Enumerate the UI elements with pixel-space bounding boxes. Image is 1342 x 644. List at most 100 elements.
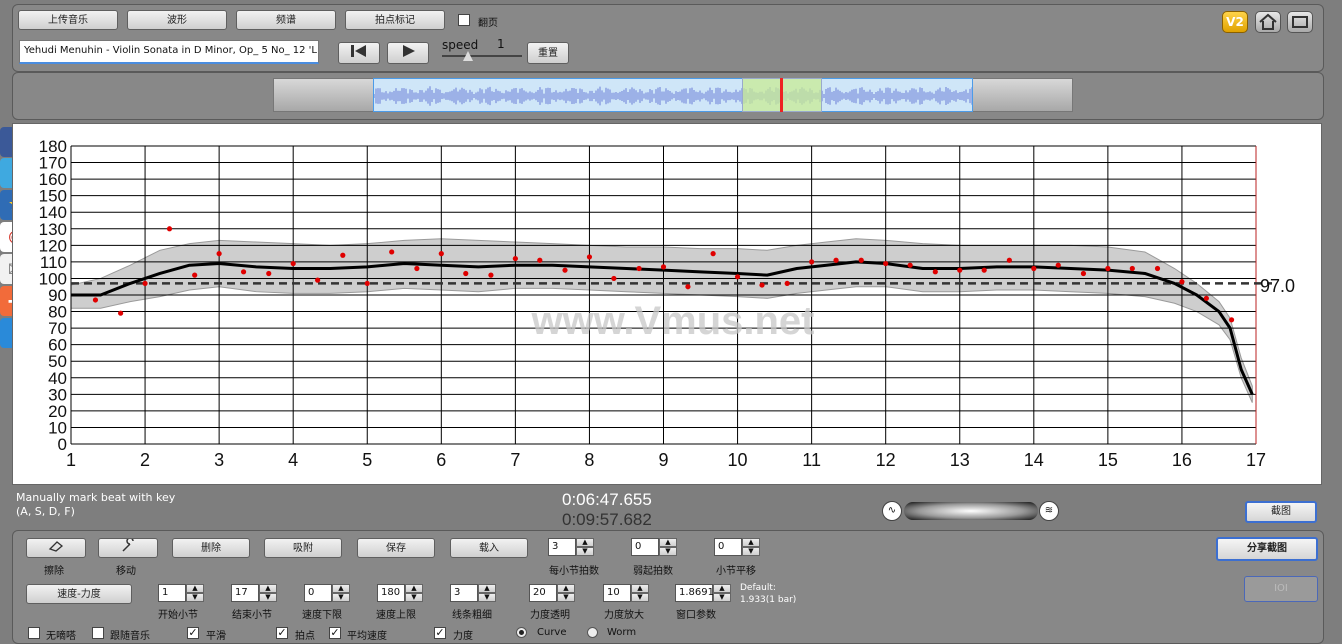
y-tick-label: 110 (40, 253, 67, 272)
move-button[interactable] (98, 537, 158, 558)
beat-point (1154, 265, 1161, 272)
stepper-up-icon[interactable]: ▲ (713, 584, 731, 593)
beat-point (463, 270, 469, 277)
speed-slider-thumb[interactable] (463, 51, 473, 61)
tempo-chart: 0102030405060708090100110120130140150160… (39, 137, 1295, 470)
share-screenshot-button[interactable]: 分享截图 (1216, 537, 1318, 561)
beat-mark-button[interactable]: 拍点标记 (345, 10, 445, 30)
v2-badge[interactable]: V2 (1222, 11, 1248, 33)
beat-point (636, 265, 642, 272)
worm-radio[interactable] (587, 627, 598, 638)
load-button[interactable]: 载入 (450, 538, 528, 558)
beat-point (240, 269, 247, 275)
stepper-down-icon[interactable]: ▼ (713, 593, 731, 602)
spectrum-button[interactable]: 频谱 (236, 10, 336, 30)
window-param-stepper[interactable]: 1.8691 ▲ ▼ (675, 584, 735, 602)
y-tick-label: 130 (39, 220, 67, 239)
save-button[interactable]: 保存 (357, 538, 435, 558)
pickup-value[interactable]: 0 (631, 538, 659, 556)
ioi-button[interactable]: IOI (1244, 576, 1318, 602)
dyn-zoom-stepper[interactable]: 10 ▲ ▼ (603, 584, 651, 602)
speed-slider[interactable] (442, 55, 522, 57)
stepper-down-icon[interactable]: ▼ (742, 547, 760, 556)
stepper-down-icon[interactable]: ▼ (332, 593, 350, 602)
dyn-transparency-stepper[interactable]: 20 ▲ ▼ (529, 584, 577, 602)
smooth-checkbox[interactable]: ✓ (187, 627, 199, 639)
tempo-low-stepper[interactable]: 0 ▲ ▼ (304, 584, 352, 602)
tempo-dynamics-button[interactable]: 速度-力度 (26, 584, 132, 604)
dyn-zoom-value[interactable]: 10 (603, 584, 631, 602)
stepper-up-icon[interactable]: ▲ (742, 538, 760, 547)
stepper-up-icon[interactable]: ▲ (332, 584, 350, 593)
reset-button[interactable]: 重置 (527, 42, 569, 64)
screenshot-button[interactable]: 截图 (1245, 501, 1317, 523)
volume-track[interactable] (904, 502, 1038, 520)
beat-point-checkbox[interactable]: ✓ (276, 627, 288, 639)
default-line-1: Default: (740, 583, 776, 593)
stepper-up-icon[interactable]: ▲ (186, 584, 204, 593)
beat-point (364, 280, 370, 287)
start-bar-stepper[interactable]: 1 ▲ ▼ (158, 584, 206, 602)
volume-slider[interactable]: ∿ ≋ (882, 499, 1060, 523)
playhead-marker[interactable] (780, 78, 783, 112)
prev-button[interactable] (338, 42, 380, 64)
stepper-down-icon[interactable]: ▼ (659, 547, 677, 556)
upload-music-button[interactable]: 上传音乐 (18, 10, 118, 30)
end-bar-value[interactable]: 17 (231, 584, 259, 602)
stepper-down-icon[interactable]: ▼ (186, 593, 204, 602)
stepper-down-icon[interactable]: ▼ (259, 593, 277, 602)
stepper-up-icon[interactable]: ▲ (259, 584, 277, 593)
play-button[interactable] (387, 42, 429, 64)
x-tick-label: 14 (1024, 450, 1044, 470)
window-param-value[interactable]: 1.8691 (675, 584, 714, 602)
page-turn-checkbox[interactable] (458, 14, 470, 26)
bar-shift-stepper[interactable]: 0 ▲ ▼ (714, 538, 762, 556)
pickup-label: 弱起拍数 (633, 566, 673, 577)
play-icon (403, 45, 415, 57)
line-width-value[interactable]: 3 (450, 584, 478, 602)
beats-per-bar-value[interactable]: 3 (548, 538, 576, 556)
bar-shift-value[interactable]: 0 (714, 538, 742, 556)
tempo-high-stepper[interactable]: 180 ▲ ▼ (377, 584, 425, 602)
snap-button[interactable]: 吸附 (264, 538, 342, 558)
dyn-transparency-value[interactable]: 20 (529, 584, 557, 602)
stepper-up-icon[interactable]: ▲ (631, 584, 649, 593)
tempo-high-value[interactable]: 180 (377, 584, 405, 602)
stepper-up-icon[interactable]: ▲ (405, 584, 423, 593)
erase-button[interactable] (26, 538, 86, 558)
follow-music-checkbox[interactable] (92, 627, 104, 639)
beat-point (512, 255, 518, 262)
pickup-stepper[interactable]: 0 ▲ ▼ (631, 538, 679, 556)
line-width-stepper[interactable]: 3 ▲ ▼ (450, 584, 498, 602)
stepper-up-icon[interactable]: ▲ (659, 538, 677, 547)
avg-tempo-checkbox[interactable]: ✓ (329, 627, 341, 639)
stepper-down-icon[interactable]: ▼ (576, 547, 594, 556)
delete-button[interactable]: 删除 (172, 538, 250, 558)
file-title-field[interactable]: Yehudi Menuhin - Violin Sonata in D Mino… (19, 40, 319, 64)
follow-music-label: 跟随音乐 (110, 631, 150, 642)
stepper-down-icon[interactable]: ▼ (557, 593, 575, 602)
x-tick-label: 8 (584, 450, 594, 470)
start-bar-value[interactable]: 1 (158, 584, 186, 602)
x-tick-label: 16 (1172, 450, 1192, 470)
curve-radio[interactable] (516, 627, 527, 638)
stepper-down-icon[interactable]: ▼ (478, 593, 496, 602)
overview-selection[interactable] (373, 78, 973, 112)
beats-per-bar-stepper[interactable]: 3 ▲ ▼ (548, 538, 596, 556)
tempo-low-value[interactable]: 0 (304, 584, 332, 602)
beat-point (858, 257, 864, 263)
stepper-down-icon[interactable]: ▼ (405, 593, 423, 602)
stepper-up-icon[interactable]: ▲ (576, 538, 594, 547)
waveform-button[interactable]: 波形 (127, 10, 227, 30)
home-icon[interactable] (1255, 11, 1281, 33)
stepper-down-icon[interactable]: ▼ (631, 593, 649, 602)
end-bar-stepper[interactable]: 17 ▲ ▼ (231, 584, 279, 602)
fullscreen-icon[interactable] (1287, 11, 1313, 33)
y-tick-label: 100 (39, 269, 67, 288)
dynamics-checkbox[interactable]: ✓ (434, 627, 446, 639)
beat-point (1203, 295, 1209, 301)
stepper-up-icon[interactable]: ▲ (557, 584, 575, 593)
no-metronome-checkbox[interactable] (28, 627, 40, 639)
stepper-up-icon[interactable]: ▲ (478, 584, 496, 593)
no-metronome-label: 无嘀嗒 (46, 631, 76, 642)
